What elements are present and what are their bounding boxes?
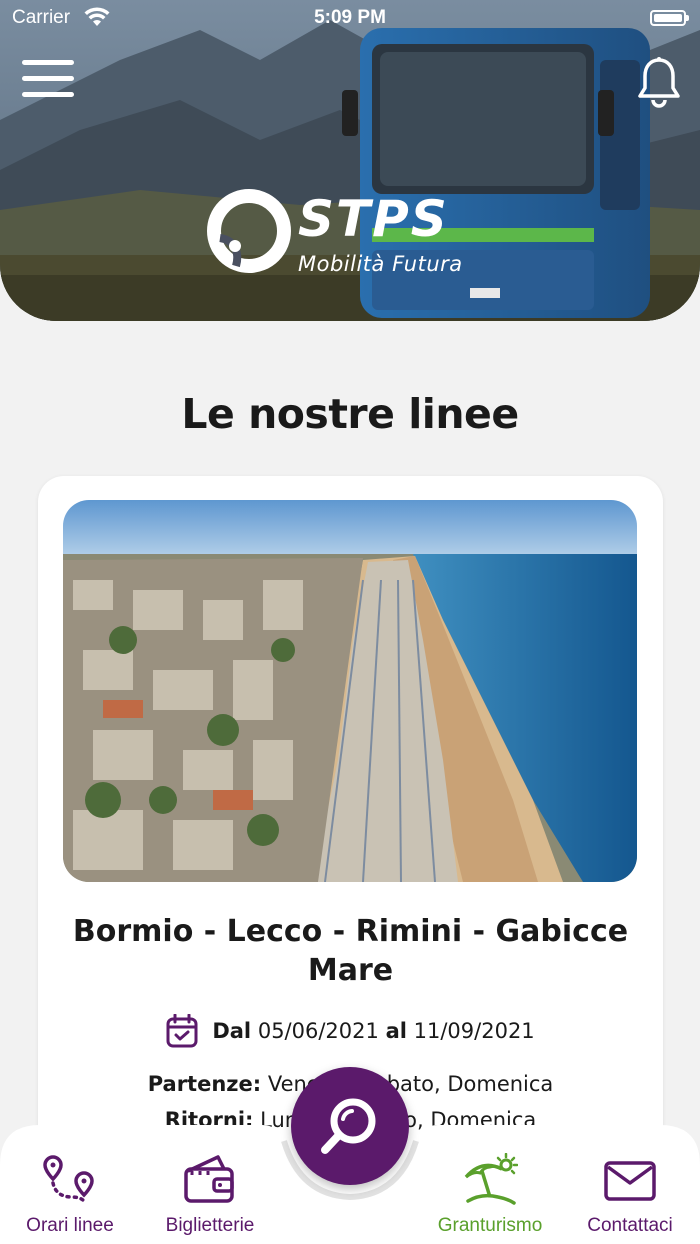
search-button[interactable]	[291, 1067, 409, 1185]
nav-label: Granturismo	[437, 1215, 543, 1236]
date-to-label: al	[385, 1019, 407, 1043]
line-card-image	[63, 500, 637, 882]
hamburger-icon-bar	[22, 92, 74, 97]
nav-label: Orari linee	[26, 1215, 114, 1236]
date-from-value: 05/06/2021	[257, 1019, 379, 1043]
nav-biglietterie[interactable]: Biglietterie	[140, 1153, 280, 1237]
hero-banner: Carrier 5:09 PM STPS Mobilità Futura	[0, 0, 700, 321]
notifications-button[interactable]	[636, 56, 682, 108]
status-bar: Carrier 5:09 PM	[0, 0, 700, 36]
beach-aerial-image	[63, 500, 637, 882]
logo-text: STPS	[298, 190, 449, 248]
date-from-label: Dal	[212, 1019, 252, 1043]
line-title: Bormio - Lecco - Rimini - Gabicce Mare	[72, 914, 629, 988]
nav-contattaci[interactable]: Contattaci	[560, 1153, 700, 1237]
departures-label: Partenze:	[147, 1072, 262, 1096]
logo-tagline: Mobilità Futura	[298, 252, 463, 276]
calendar-icon	[166, 1014, 198, 1048]
wallet-icon	[184, 1155, 234, 1203]
route-pins-icon	[43, 1155, 94, 1203]
nav-orari-linee[interactable]: Orari linee	[0, 1153, 140, 1237]
line-dates: Dal 05/06/2021 al 11/09/2021	[38, 1014, 663, 1048]
nav-granturismo[interactable]: Granturismo	[420, 1153, 560, 1237]
envelope-icon	[604, 1161, 656, 1201]
logo-mark-icon	[207, 189, 291, 273]
menu-button[interactable]	[22, 60, 74, 102]
nav-label: Biglietterie	[165, 1215, 255, 1236]
nav-label: Contattaci	[587, 1215, 673, 1236]
hamburger-icon-bar	[22, 60, 74, 65]
bell-icon	[638, 57, 680, 108]
battery-icon	[650, 10, 689, 26]
stps-logo: STPS Mobilità Futura	[206, 188, 496, 280]
date-to-value: 11/09/2021	[413, 1019, 535, 1043]
search-icon	[321, 1098, 376, 1154]
hamburger-icon-bar	[22, 76, 74, 81]
beach-umbrella-icon	[464, 1153, 518, 1205]
section-title: Le nostre linee	[181, 390, 519, 438]
status-time: 5:09 PM	[314, 7, 386, 28]
